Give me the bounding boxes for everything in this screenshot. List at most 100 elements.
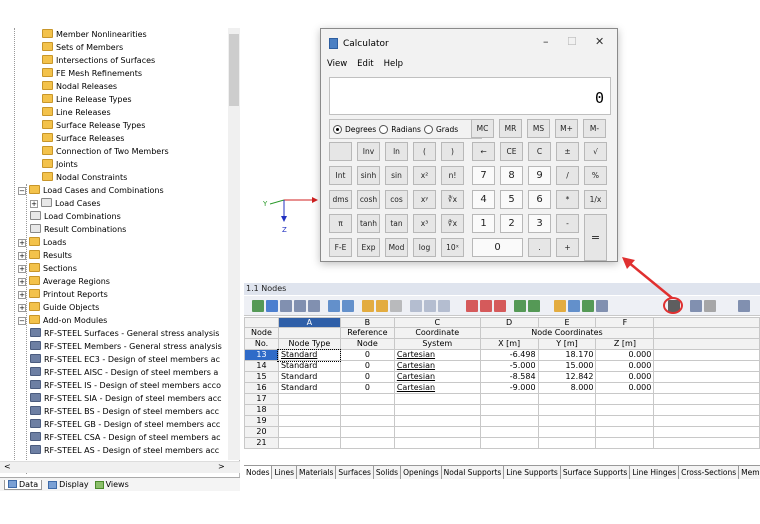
- delete-row-icon[interactable]: [342, 300, 354, 312]
- calc-key-button[interactable]: Int: [329, 166, 352, 185]
- expander-icon[interactable]: +: [18, 252, 26, 260]
- table-row[interactable]: 19: [244, 415, 760, 427]
- row-number[interactable]: 19: [244, 415, 279, 427]
- reference-node-cell[interactable]: [339, 404, 395, 416]
- row-icon[interactable]: [528, 300, 540, 312]
- calc-key-button[interactable]: √: [584, 142, 607, 161]
- calc-key-button[interactable]: 1: [472, 214, 495, 233]
- expander-icon[interactable]: +: [18, 265, 26, 273]
- menu-help[interactable]: Help: [384, 59, 403, 69]
- calc-key-button[interactable]: cos: [385, 190, 408, 209]
- z-coordinate-cell[interactable]: [595, 404, 655, 416]
- row-number[interactable]: 13: [244, 349, 279, 361]
- chart-icon[interactable]: [596, 300, 608, 312]
- cut-icon[interactable]: [466, 300, 478, 312]
- table-row[interactable]: 13 Standard 0 Cartesian -6.498 18.170 0.000: [244, 348, 760, 362]
- calc-key-button[interactable]: ): [441, 142, 464, 161]
- y-coordinate-cell[interactable]: 18.170: [537, 349, 597, 361]
- tree-item[interactable]: − Load Cases and Combinations: [18, 184, 164, 197]
- y-coordinate-cell[interactable]: 12.842: [537, 371, 597, 383]
- x-coordinate-cell[interactable]: [479, 393, 539, 405]
- z-coordinate-cell[interactable]: 0.000: [595, 360, 655, 372]
- calc-key-button[interactable]: 8: [500, 166, 523, 185]
- tree-item[interactable]: RF-STEEL Surfaces - General stress analy…: [30, 327, 219, 340]
- tab-openings[interactable]: Openings: [401, 466, 442, 479]
- degrees-radio[interactable]: [333, 124, 342, 134]
- calc-key-button[interactable]: ∜x: [441, 214, 464, 233]
- tab-data[interactable]: Data: [4, 479, 43, 490]
- refresh-icon[interactable]: [390, 300, 402, 312]
- row-number[interactable]: 17: [244, 393, 279, 405]
- tree-item[interactable]: Joints: [42, 158, 78, 171]
- formula-icon[interactable]: [690, 300, 702, 312]
- x-coordinate-cell[interactable]: -5.000: [479, 360, 539, 372]
- tab-line-hinges[interactable]: Line Hinges: [630, 466, 680, 479]
- calc-key-button[interactable]: +: [556, 238, 579, 257]
- y-coordinate-cell[interactable]: [537, 404, 597, 416]
- y-coordinate-cell[interactable]: 15.000: [537, 360, 597, 372]
- column-icon[interactable]: [514, 300, 526, 312]
- tree-item[interactable]: Surface Releases: [42, 132, 124, 145]
- x-coordinate-cell[interactable]: -6.498: [479, 349, 539, 361]
- tree-item[interactable]: + Load Cases: [30, 197, 100, 210]
- reference-node-cell[interactable]: 0: [339, 371, 395, 383]
- expander-icon[interactable]: +: [18, 291, 26, 299]
- calc-key-button[interactable]: 2: [500, 214, 523, 233]
- node-type-cell[interactable]: [277, 393, 341, 405]
- calc-key-button[interactable]: F-E: [329, 238, 352, 257]
- tree-item[interactable]: RF-STEEL SIA - Design of steel members a…: [30, 392, 222, 405]
- calc-key-button[interactable]: (: [413, 142, 436, 161]
- x-coordinate-cell[interactable]: [479, 426, 539, 438]
- tab-surfaces[interactable]: Surfaces: [336, 466, 374, 479]
- calc-key-button[interactable]: CE: [500, 142, 523, 161]
- y-coordinate-cell[interactable]: [537, 426, 597, 438]
- tab-solids[interactable]: Solids: [374, 466, 402, 479]
- x-coordinate-cell[interactable]: [479, 437, 539, 449]
- memory-mplus-button[interactable]: M+: [555, 119, 578, 138]
- column-header-c[interactable]: C: [393, 317, 481, 328]
- calc-key-button[interactable]: x³: [413, 214, 436, 233]
- calc-key-button[interactable]: 10ˣ: [441, 238, 464, 257]
- calc-key-button[interactable]: log: [413, 238, 436, 257]
- x-coordinate-cell[interactable]: [479, 404, 539, 416]
- tree-item[interactable]: Surface Release Types: [42, 119, 145, 132]
- clear-formula-icon[interactable]: [704, 300, 716, 312]
- row-number[interactable]: 18: [244, 404, 279, 416]
- calc-key-button[interactable]: x²: [413, 166, 436, 185]
- tree-item[interactable]: RF-STEEL Members - General stress analys…: [30, 340, 222, 353]
- z-coordinate-cell[interactable]: [595, 415, 655, 427]
- coordinate-system-cell[interactable]: [393, 415, 481, 427]
- row-number[interactable]: 20: [244, 426, 279, 438]
- tree-item[interactable]: Nodal Constraints: [42, 171, 127, 184]
- tree-item[interactable]: Intersections of Surfaces: [42, 54, 155, 67]
- navigator-scroll-thumb[interactable]: [229, 34, 239, 106]
- calc-key-button[interactable]: 4: [472, 190, 495, 209]
- reference-node-cell[interactable]: [339, 437, 395, 449]
- row-number[interactable]: 15: [244, 371, 279, 383]
- graph-icon[interactable]: [582, 300, 594, 312]
- coordinate-system-cell[interactable]: [393, 393, 481, 405]
- tab-lines[interactable]: Lines: [272, 466, 298, 479]
- column-header-f[interactable]: F: [595, 317, 655, 328]
- insert-row-icon[interactable]: [328, 300, 340, 312]
- move-up-icon[interactable]: [410, 300, 422, 312]
- calc-key-button[interactable]: cosh: [357, 190, 380, 209]
- node-type-cell[interactable]: Standard: [277, 371, 341, 383]
- tree-item[interactable]: Sets of Members: [42, 41, 123, 54]
- tree-item[interactable]: Line Release Types: [42, 93, 132, 106]
- reference-node-cell[interactable]: [339, 393, 395, 405]
- y-coordinate-cell[interactable]: [537, 437, 597, 449]
- calc-key-button[interactable]: tan: [385, 214, 408, 233]
- tab-line-supports[interactable]: Line Supports: [504, 466, 561, 479]
- y-coordinate-cell[interactable]: [537, 393, 597, 405]
- x-coordinate-cell[interactable]: -8.584: [479, 371, 539, 383]
- menu-edit[interactable]: Edit: [357, 59, 373, 69]
- row-number[interactable]: 16: [244, 382, 279, 394]
- expander-icon[interactable]: +: [30, 200, 38, 208]
- copy-icon[interactable]: [480, 300, 492, 312]
- table-row[interactable]: 15 Standard 0 Cartesian -8.584 12.842 0.000: [244, 371, 760, 383]
- coordinate-system-cell[interactable]: Cartesian: [393, 371, 481, 383]
- tab-member[interactable]: Member: [739, 466, 760, 479]
- minimize-icon[interactable]: –: [543, 35, 549, 48]
- node-type-cell[interactable]: Standard: [277, 382, 341, 394]
